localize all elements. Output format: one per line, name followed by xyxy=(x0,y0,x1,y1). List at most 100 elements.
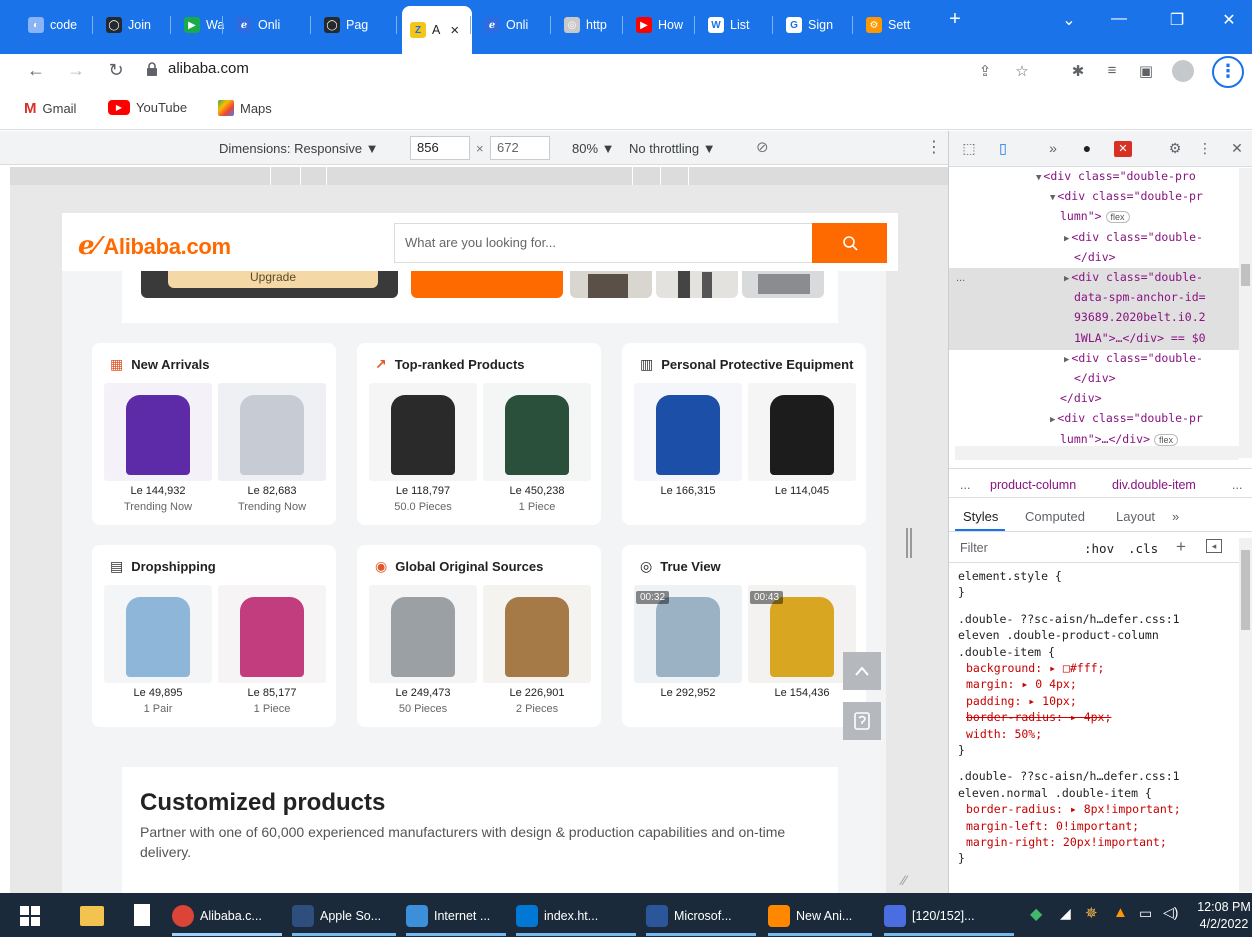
back-icon[interactable]: ← xyxy=(26,60,46,81)
product-image[interactable] xyxy=(634,383,742,481)
tab[interactable]: ℯ Onli xyxy=(228,8,312,42)
device-more-icon[interactable]: ⋮ xyxy=(926,137,942,157)
taskbar-app[interactable]: Microsof... xyxy=(646,900,756,932)
tab[interactable]: ◎ http xyxy=(556,8,622,42)
tray-gear-icon[interactable]: ✵ xyxy=(1085,904,1098,922)
tab-more[interactable]: » xyxy=(1172,509,1179,524)
css-rule-line[interactable]: margin: ▸ 0 4px; xyxy=(966,677,1077,691)
tab[interactable]: G Sign xyxy=(778,8,854,42)
error-badge-icon[interactable]: ✕ xyxy=(1114,141,1132,157)
cls-toggle[interactable]: .cls xyxy=(1128,541,1158,556)
taskbar-app[interactable]: New Ani... xyxy=(768,900,872,932)
dom-node-line[interactable]: 1WLA">…</div> == $0 xyxy=(1074,331,1206,345)
dom-node-line[interactable]: </div> xyxy=(1074,250,1116,264)
tab[interactable]: ◯ Pag xyxy=(316,8,394,42)
tab[interactable]: ▶Wat xyxy=(176,8,224,42)
bookmark-gmail[interactable]: M Gmail xyxy=(24,100,76,117)
css-rule-line[interactable]: border-radius: ▸ 8px!important; xyxy=(966,802,1181,816)
devtools-more-icon[interactable]: ⋮ xyxy=(1196,140,1214,157)
css-rule-line[interactable]: .double- ??sc-aisn/h…defer.css:1 xyxy=(958,612,1180,626)
dom-node-line[interactable]: data-spm-anchor-id= xyxy=(1074,290,1206,304)
expand-down-icon[interactable]: ▼ xyxy=(1050,193,1055,203)
product-image[interactable] xyxy=(483,383,591,481)
tab-computed[interactable]: Computed xyxy=(1025,509,1085,524)
styles-scrollbar[interactable] xyxy=(1239,538,1252,892)
css-rule-line[interactable]: eleven .double-product-column xyxy=(958,628,1159,642)
reading-list-icon[interactable]: ≡ xyxy=(1102,62,1122,79)
dom-node-line[interactable]: 93689.2020belt.i0.2 xyxy=(1074,310,1206,324)
profile-avatar[interactable] xyxy=(1172,60,1194,82)
tray-volume-icon[interactable]: ◁) xyxy=(1163,904,1178,921)
breadcrumb-product-column[interactable]: product-column xyxy=(990,478,1076,492)
more-tabs-icon[interactable]: » xyxy=(1044,140,1062,156)
new-rule-icon[interactable]: + xyxy=(1176,537,1186,557)
card-title[interactable]: ↗ Top-ranked Products xyxy=(375,356,525,373)
tray-vlc-icon[interactable]: ▲ xyxy=(1113,904,1128,921)
device-toggle-icon[interactable]: ▯ xyxy=(994,140,1012,157)
dom-node-line[interactable]: ▶ <div class="double- xyxy=(1064,351,1203,365)
maximize-button[interactable]: ❐ xyxy=(1162,10,1192,30)
dom-node-line[interactable]: ▶ <div class="double- xyxy=(1064,270,1203,284)
card-title[interactable]: ◉ Global Original Sources xyxy=(375,558,543,575)
lock-icon[interactable] xyxy=(146,62,158,76)
ellipsis-marker[interactable]: ... xyxy=(956,272,965,284)
throttling-dropdown[interactable]: No throttling ▼ xyxy=(629,141,716,156)
tray-network-icon[interactable]: ◢ xyxy=(1060,905,1071,922)
close-tab-icon[interactable]: × xyxy=(450,22,459,39)
css-rule-line[interactable]: width: 50%; xyxy=(966,727,1042,741)
close-devtools-icon[interactable]: ✕ xyxy=(1228,140,1246,157)
css-rule-line[interactable]: background: ▸ □#fff; xyxy=(966,661,1104,675)
taskbar-app[interactable]: Alibaba.c... xyxy=(172,900,282,932)
css-rule-line[interactable]: } xyxy=(958,743,965,757)
bookmark-youtube[interactable]: ▶ YouTube xyxy=(108,100,187,115)
breadcrumb-ellipsis[interactable]: ... xyxy=(960,478,970,492)
product-image[interactable] xyxy=(369,383,477,481)
hov-toggle[interactable]: :hov xyxy=(1084,541,1114,556)
breadcrumb-double-item[interactable]: div.double-item xyxy=(1112,478,1196,492)
card-title[interactable]: ▤ Dropshipping xyxy=(110,558,216,575)
taskbar-app[interactable]: index.ht... xyxy=(516,900,636,932)
css-rule-line[interactable]: padding: ▸ 10px; xyxy=(966,694,1077,708)
file-explorer-icon[interactable] xyxy=(80,906,104,926)
product-image[interactable] xyxy=(104,585,212,683)
card-title[interactable]: ▥ Personal Protective Equipment xyxy=(640,356,853,373)
expand-right-icon[interactable]: ▶ xyxy=(1050,415,1055,425)
css-rule-line[interactable]: } xyxy=(958,851,965,865)
dom-node-line[interactable]: ▼ <div class="double-pr xyxy=(1050,189,1203,203)
elements-scrollbar[interactable] xyxy=(1239,168,1252,458)
product-image[interactable] xyxy=(369,585,477,683)
record-icon[interactable]: ● xyxy=(1078,140,1096,156)
settings-gear-icon[interactable]: ⚙ xyxy=(1166,140,1184,157)
device-height-input[interactable]: 672 xyxy=(490,136,550,160)
css-rule-line[interactable]: } xyxy=(958,585,965,599)
tab-layout[interactable]: Layout xyxy=(1116,509,1155,524)
expand-right-icon[interactable]: ▶ xyxy=(1064,234,1069,244)
feedback-button[interactable] xyxy=(843,702,881,740)
forward-icon[interactable]: → xyxy=(66,60,86,81)
dom-node-line[interactable]: ▶ <div class="double-pr xyxy=(1050,411,1203,425)
search-button[interactable] xyxy=(812,223,887,263)
product-image[interactable] xyxy=(218,383,326,481)
taskbar-app[interactable]: Apple So... xyxy=(292,900,396,932)
bookmark-maps[interactable]: Maps xyxy=(218,100,272,116)
tab[interactable]: ▶ How xyxy=(628,8,694,42)
dom-node-line[interactable]: </div> xyxy=(1060,391,1102,405)
address-bar[interactable] xyxy=(124,56,964,86)
tray-clock[interactable]: 12:08 PM 4/2/2022 xyxy=(1196,899,1252,933)
viewport-resize-handle-right[interactable] xyxy=(906,528,912,558)
alibaba-logo[interactable]: ℯ⁄ Alibaba.com xyxy=(78,230,231,261)
dimensions-dropdown[interactable]: Dimensions: Responsive ▼ xyxy=(219,141,379,156)
reload-icon[interactable]: ↻ xyxy=(106,60,126,81)
device-width-input[interactable]: 856 xyxy=(410,136,470,160)
scroll-top-button[interactable] xyxy=(843,652,881,690)
extensions-icon[interactable]: ✱ xyxy=(1068,62,1088,80)
styles-filter-input[interactable]: Filter xyxy=(960,541,988,555)
expand-right-icon[interactable]: ▶ xyxy=(1064,274,1069,284)
product-image[interactable] xyxy=(483,585,591,683)
taskbar-app[interactable]: Internet ... xyxy=(406,900,506,932)
tab-active[interactable]: Z A × xyxy=(402,6,472,54)
tab-styles[interactable]: Styles xyxy=(963,509,998,524)
tray-app-icon[interactable]: ◆ xyxy=(1030,904,1042,924)
css-rule-line[interactable]: .double-item { xyxy=(958,645,1055,659)
elements-h-scrollbar[interactable] xyxy=(955,446,1239,460)
